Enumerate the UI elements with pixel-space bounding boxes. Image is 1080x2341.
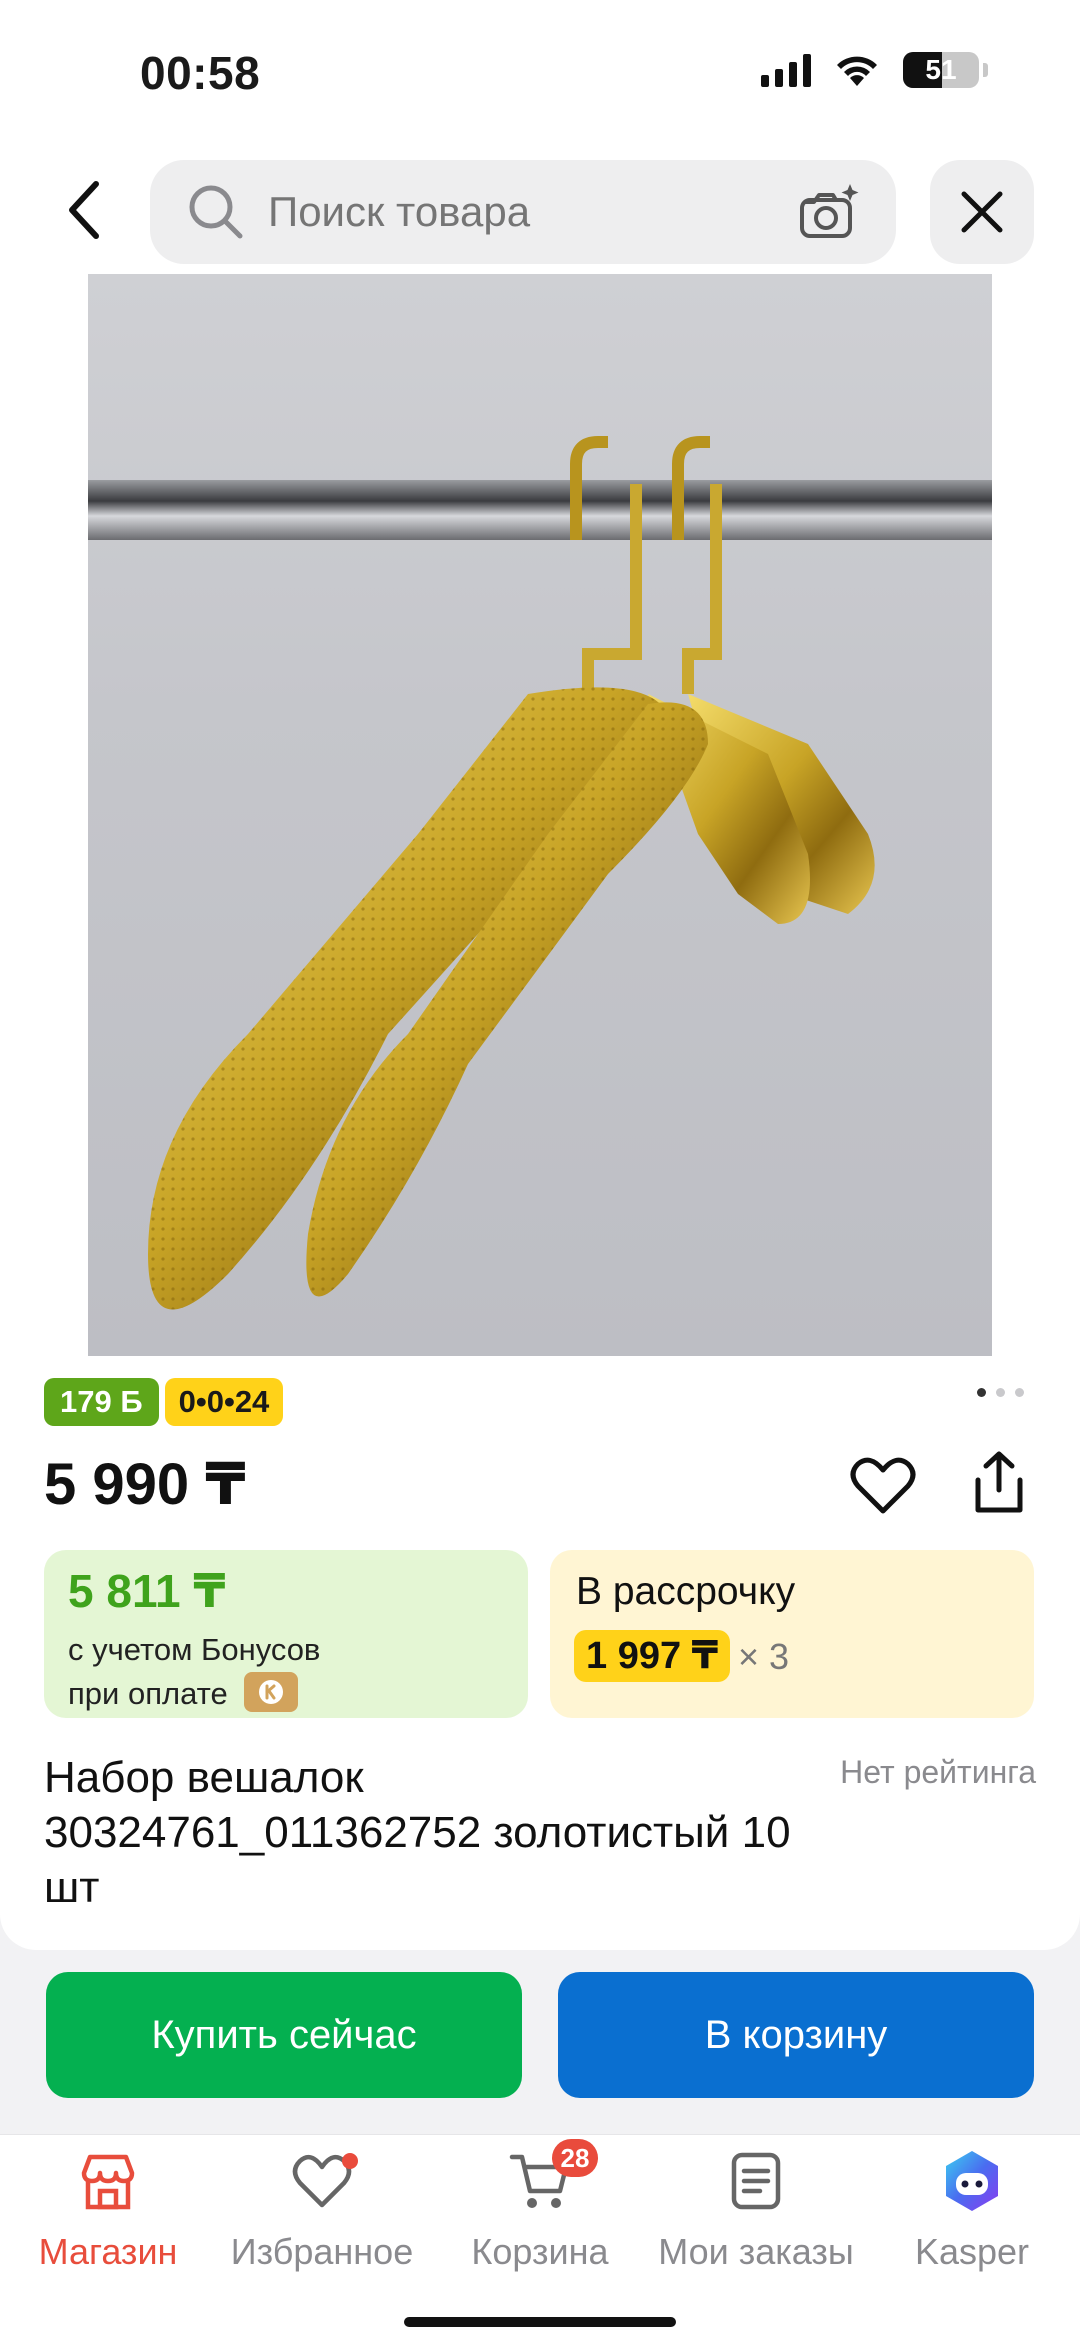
search-icon [186,182,246,242]
pagination-dot-active [977,1388,986,1397]
close-button[interactable] [930,160,1034,264]
tab-cart[interactable]: 28 Корзина [440,2135,640,2295]
orders-icon [731,2152,781,2210]
tab-favorites-label: Избранное [230,2231,414,2272]
product-content: 179 Б 0•0•24 5 990 ₸ 5 811 ₸ с учетом Бо… [0,274,1080,1950]
installment-card[interactable]: В рассрочку 1 997 ₸ × 3 [550,1550,1034,1718]
status-time: 00:58 [140,47,261,99]
shop-icon [81,2154,135,2210]
product-photo[interactable] [88,274,992,1356]
product-image-illustration [88,436,992,1310]
kasper-icon [946,2151,998,2211]
bonus-badge: 179 Б [44,1378,159,1426]
bonus-price-card[interactable]: 5 811 ₸ с учетом Бонусов при оплате [44,1550,528,1718]
top-bar [0,150,1080,274]
favorite-heart-icon[interactable] [850,1456,916,1516]
rating-status[interactable]: Нет рейтинга [840,1754,1036,1791]
tab-orders-label: Мои заказы [658,2231,854,2272]
buy-now-button[interactable]: Купить сейчас [46,1972,522,2098]
home-indicator [404,2317,676,2327]
tab-kasper[interactable]: Kasper [872,2135,1072,2295]
tab-orders[interactable]: Мои заказы [656,2135,856,2295]
battery-icon: 51 [903,52,979,88]
tab-bar: Магазин Избранное 28 Корзина Мои заказы [0,2134,1080,2341]
tab-shop[interactable]: Магазин [8,2135,208,2295]
installment-badge: 0•0•24 [164,1378,284,1426]
product-title: Набор вешалок 30324761_011362752 золотис… [44,1753,791,1912]
add-to-cart-button[interactable]: В корзину [558,1972,1034,2098]
bonus-payment-caption: при оплате [68,1676,228,1711]
status-icons: 51 [761,52,988,88]
camera-search-icon[interactable] [796,182,860,242]
search-box[interactable] [150,160,896,264]
close-icon [961,191,1003,233]
installment-multiplier: × 3 [738,1636,790,1677]
tab-cart-label: Корзина [471,2231,609,2272]
share-icon[interactable] [968,1450,1030,1516]
installment-amount: 1 997 ₸ [574,1630,731,1682]
favorites-dot-indicator [342,2153,358,2169]
tab-shop-label: Магазин [38,2231,178,2272]
signal-icon [761,53,811,87]
battery-level: 51 [925,54,957,85]
bonus-price: 5 811 ₸ [68,1565,226,1617]
promo-badges: 179 Б 0•0•24 [44,1378,284,1426]
product-price: 5 990 ₸ [44,1452,246,1517]
gallery-pagination [977,1388,1024,1397]
wifi-icon [837,56,877,86]
installment-title: В рассрочку [576,1570,796,1613]
kaspi-logo-icon [244,1672,298,1712]
back-button[interactable] [52,178,116,242]
bonus-caption: с учетом Бонусов [68,1632,321,1667]
status-bar: 00:58 51 [0,0,1080,150]
search-input[interactable] [268,188,748,236]
pagination-dot [1015,1388,1024,1397]
chevron-left-icon [69,181,99,239]
tab-kasper-label: Kasper [914,2231,1030,2272]
pagination-dot [996,1388,1005,1397]
battery-tip [983,63,988,77]
tab-favorites[interactable]: Избранное [222,2135,422,2295]
cart-count-badge: 28 [552,2139,598,2177]
